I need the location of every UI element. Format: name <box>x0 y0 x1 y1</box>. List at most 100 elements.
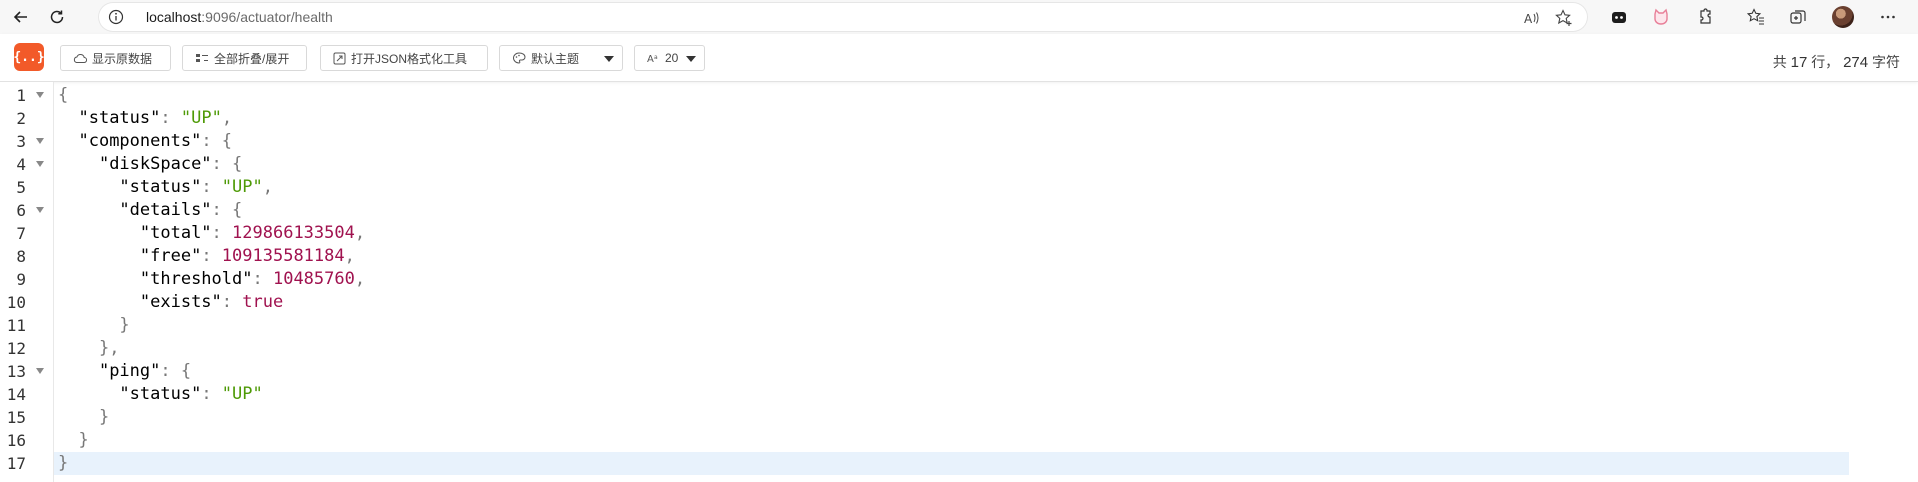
json-key: "threshold" <box>139 269 253 289</box>
code-text: } <box>119 315 130 335</box>
json-key: "details" <box>119 200 212 220</box>
code-line: 14 "status": "UP" <box>0 383 1918 406</box>
collections-button[interactable] <box>1788 7 1808 27</box>
url-host: localhost <box>146 9 202 25</box>
code-line: 9 "threshold": 10485760, <box>0 268 1918 291</box>
more-menu-button[interactable] <box>1878 7 1898 27</box>
fold-toggle-icon[interactable] <box>36 368 44 374</box>
back-button[interactable] <box>9 5 33 29</box>
toggle-fold-all-button[interactable]: 全部折叠/展开 <box>182 45 307 71</box>
code-text: "threshold": 10485760, <box>139 269 366 289</box>
line-number: 3 <box>16 132 26 151</box>
code-text: }, <box>98 338 120 358</box>
document-stats: 共 17 行， 274 字符 <box>1773 52 1900 72</box>
json-string-value: "UP" <box>221 384 263 404</box>
fold-tree-icon <box>196 54 208 62</box>
open-json-formatter-button[interactable]: 打开JSON格式化工具 <box>320 45 488 71</box>
info-icon[interactable] <box>108 9 124 25</box>
favorites-button[interactable] <box>1746 7 1766 27</box>
json-key: "exists" <box>139 292 222 312</box>
stats-line-count: 17 <box>1790 54 1808 71</box>
code-line: 13 "ping": { <box>0 360 1918 383</box>
json-boolean-value: true <box>242 292 284 312</box>
code-text: } <box>58 453 69 473</box>
show-raw-button[interactable]: 显示原数据 <box>60 45 171 71</box>
json-key: "ping" <box>98 361 161 381</box>
cat-face-icon <box>1654 8 1668 25</box>
json-string-value: "UP" <box>221 177 263 197</box>
json-number-value: 129866133504 <box>232 223 355 243</box>
code-line: 5 "status": "UP", <box>0 176 1918 199</box>
line-number: 4 <box>16 155 26 174</box>
json-key: "status" <box>119 177 202 197</box>
code-line: 6 "details": { <box>0 199 1918 222</box>
json-viewer-logo: {..} <box>13 43 45 71</box>
code-line: 15 } <box>0 406 1918 429</box>
line-number: 8 <box>16 247 26 266</box>
stats-char-count: 274 <box>1843 54 1869 71</box>
code-line: 8 "free": 109135581184, <box>0 245 1918 268</box>
external-tool-icon <box>333 52 346 64</box>
refresh-icon <box>50 10 64 24</box>
extensions-button[interactable] <box>1694 7 1714 27</box>
svg-text:A: A <box>1524 12 1533 26</box>
json-number-value: 109135581184 <box>221 246 345 266</box>
code-line: 7 "total": 129866133504, <box>0 222 1918 245</box>
code-text: "status": "UP", <box>119 177 273 197</box>
line-number: 9 <box>16 270 26 289</box>
url-text[interactable]: localhost:9096/actuator/health <box>146 9 333 25</box>
fold-toggle-icon[interactable] <box>36 138 44 144</box>
line-number: 6 <box>16 201 26 220</box>
line-number: 17 <box>6 454 26 473</box>
add-favorite-icon[interactable] <box>1555 9 1573 27</box>
stats-prefix: 共 <box>1772 54 1787 70</box>
fold-toggle-icon[interactable] <box>36 92 44 98</box>
json-key: "components" <box>78 131 202 151</box>
code-line: 17 } <box>0 452 1918 475</box>
json-viewer-toolbar: {..} 显示原数据 全部折叠/展开 打开JSON格式化工具 默认主题 Aa 2… <box>0 34 1918 82</box>
code-text: "components": { <box>78 131 233 151</box>
palette-icon <box>513 52 526 64</box>
line-number: 5 <box>16 178 26 197</box>
json-string-value: "UP" <box>180 108 222 128</box>
profile-avatar[interactable] <box>1832 6 1854 28</box>
reload-button[interactable] <box>45 5 69 29</box>
show-raw-label: 显示原数据 <box>92 51 153 66</box>
favorites-star-icon <box>1747 8 1764 25</box>
code-line: 16 } <box>0 429 1918 452</box>
arrow-left-icon <box>13 11 27 23</box>
extension-icon-1[interactable] <box>1609 7 1629 27</box>
extension-icon-2[interactable] <box>1651 7 1671 27</box>
stats-lines-unit: 行， <box>1811 54 1840 70</box>
line-number: 13 <box>6 362 26 381</box>
font-size-select[interactable]: Aa 20 <box>634 45 705 71</box>
line-number: 2 <box>16 109 26 128</box>
url-path: :9096/actuator/health <box>201 9 333 25</box>
chevron-down-icon <box>686 56 696 62</box>
svg-text:a: a <box>654 54 658 61</box>
code-text: "total": 129866133504, <box>139 223 366 243</box>
svg-text:A: A <box>647 54 654 64</box>
puzzle-icon <box>1700 8 1711 24</box>
json-key: "total" <box>139 223 212 243</box>
code-line: 1 { <box>0 84 1918 107</box>
address-bar[interactable]: localhost:9096/actuator/health A <box>98 2 1588 32</box>
code-text: "status": "UP", <box>78 108 233 128</box>
code-text: { <box>58 85 69 105</box>
fold-toggle-icon[interactable] <box>36 207 44 213</box>
code-text: "diskSpace": { <box>98 154 243 174</box>
line-number: 11 <box>6 316 26 335</box>
code-text: "ping": { <box>98 361 192 381</box>
read-aloud-icon[interactable]: A <box>1523 9 1541 27</box>
json-editor[interactable]: 1 { 2 "status": "UP", 3 "components": { … <box>0 82 1918 482</box>
code-text: "exists": true <box>139 292 284 312</box>
open-json-formatter-label: 打开JSON格式化工具 <box>351 51 468 66</box>
theme-select[interactable]: 默认主题 <box>499 45 623 71</box>
cloud-icon <box>73 54 87 63</box>
stats-chars-unit: 字符 <box>1872 54 1900 70</box>
line-number: 10 <box>6 293 26 312</box>
ellipsis-icon <box>1881 15 1895 19</box>
browser-toolbar: localhost:9096/actuator/health A <box>0 0 1918 34</box>
fold-toggle-icon[interactable] <box>36 161 44 167</box>
theme-select-value: 默认主题 <box>531 51 580 66</box>
